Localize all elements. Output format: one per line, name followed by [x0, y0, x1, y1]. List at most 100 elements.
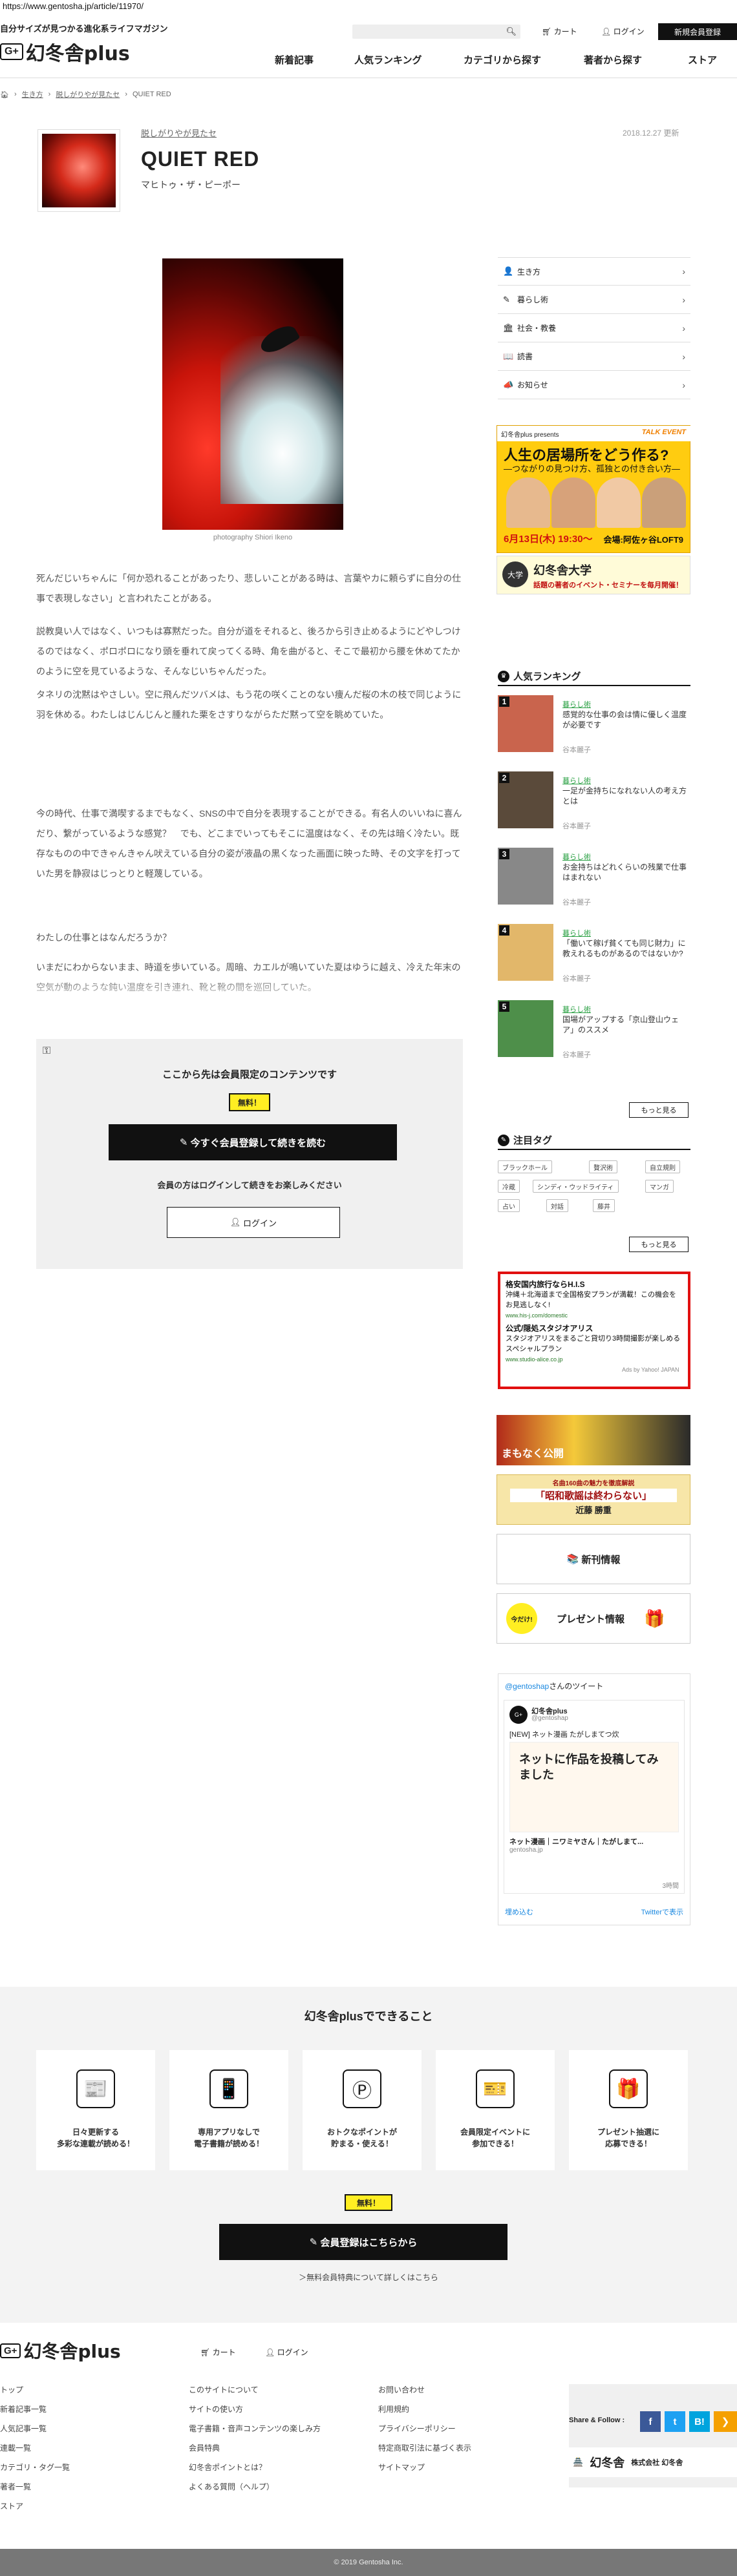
ranking-category[interactable]: 暮らし術 — [562, 699, 591, 709]
view-on-twitter-link[interactable]: Twitterで表示 — [641, 1907, 683, 1917]
ranking-item[interactable]: 2 暮らし術 一足が金持ちになれない人の考え方とは 谷本麗子 — [498, 771, 690, 839]
sidebar-item-ikikata[interactable]: 👤 生き方 › — [498, 257, 690, 286]
footer-login-link[interactable]: 👤︎ ログイン — [265, 2347, 308, 2358]
member-benefits-link[interactable]: ＞無料会員特典について詳しくはこちら — [0, 2272, 737, 2283]
footer-link[interactable]: 特定商取引法に基づく表示 — [378, 2438, 471, 2458]
sidebar-item-news[interactable]: 📣 お知らせ › — [498, 371, 690, 399]
ad-box[interactable]: 格安国内旅行ならH.I.S 沖縄＋北海道まで全国格安プランが満載！この機会をお見… — [498, 1272, 690, 1389]
ranking-author: 谷本麗子 — [562, 822, 591, 830]
breadcrumb-item[interactable]: 脱しがりやが見たセ — [56, 89, 120, 99]
embed-link[interactable]: 埋め込む — [505, 1907, 533, 1917]
author-thumbnail[interactable] — [37, 129, 120, 212]
nav-author[interactable]: 著者から探す — [584, 53, 642, 67]
gentosha-corporate-link[interactable]: 🏯 幻冬舎 株式会社 幻冬舎 — [569, 2447, 737, 2477]
ranking-title[interactable]: 国場がアップする「京山登山ウェア」のススメ — [562, 1014, 689, 1035]
hatena-icon[interactable]: B! — [689, 2411, 710, 2432]
university-banner[interactable]: 大学 幻冬舎大学 話題の著者のイベント・セミナーを毎月開催！ — [497, 556, 690, 594]
ranking-category[interactable]: 暮らし術 — [562, 1004, 591, 1014]
ranking-category[interactable]: 暮らし術 — [562, 852, 591, 862]
new-books-banner[interactable]: 📚 新刊情報 — [497, 1534, 690, 1584]
search-icon[interactable]: 🔍︎ — [506, 26, 517, 37]
present-banner[interactable]: 今だけ! プレゼント情報 🎁 — [497, 1593, 690, 1644]
tag-chip[interactable]: 冷蔵 — [498, 1180, 520, 1193]
page-title: QUIET RED — [141, 147, 260, 171]
speaker-photo — [597, 477, 641, 528]
footer-link[interactable]: 新着記事一覧 — [0, 2400, 70, 2419]
ranking-more-button[interactable]: もっと見る — [629, 1102, 689, 1118]
ad-heading[interactable]: 格安国内旅行ならH.I.S — [506, 1279, 683, 1290]
author-name[interactable]: マヒトゥ・ザ・ピーポー — [141, 178, 240, 191]
nav-category[interactable]: カテゴリから探す — [464, 53, 541, 67]
ranking-item[interactable]: 3 暮らし術 お金持ちはどれくらいの残業で仕事はまれない 谷本麗子 — [498, 848, 690, 915]
tag-chip[interactable]: シンディ・ウッドライティ — [533, 1180, 619, 1193]
twitter-icon[interactable]: t — [665, 2411, 685, 2432]
footer-link[interactable]: 利用規約 — [378, 2400, 471, 2419]
sidebar-item-shakai[interactable]: 🏛 社会・教養 › — [498, 314, 690, 342]
tags-more-button[interactable]: もっと見る — [629, 1237, 689, 1252]
register-here-label: 会員登録はこちらから — [320, 2237, 418, 2248]
tag-chip[interactable]: 藤井 — [593, 1199, 615, 1212]
footer-link[interactable]: 人気記事一覧 — [0, 2419, 70, 2438]
login-link[interactable]: 👤︎ ログイン — [601, 26, 645, 37]
footer-link[interactable]: よくある質問（ヘルプ） — [189, 2477, 321, 2497]
sidebar-item-dokusho[interactable]: 📖 読書 › — [498, 342, 690, 371]
site-logo[interactable]: G+ 幻冬舎plus — [0, 37, 130, 66]
breadcrumb-item[interactable]: 生き方 — [22, 89, 43, 99]
footer-link[interactable]: トップ — [0, 2380, 70, 2400]
ranking-category[interactable]: 暮らし術 — [562, 775, 591, 786]
promo-banner-a[interactable]: まもなく公開 — [497, 1415, 690, 1465]
tag-chip[interactable]: 贅沢術 — [589, 1160, 617, 1173]
tag-chip[interactable]: マンガ — [645, 1180, 674, 1193]
ranking-title[interactable]: お金持ちはどれくらいの残業で仕事はまれない — [562, 862, 689, 883]
footer-link[interactable]: サイトマップ — [378, 2458, 471, 2477]
login-button[interactable]: 👤︎ ログイン — [167, 1207, 340, 1238]
footer-link[interactable]: プライバシーポリシー — [378, 2419, 471, 2438]
nav-new[interactable]: 新着記事 — [275, 53, 314, 67]
register-here-button[interactable]: ✎ 会員登録はこちらから — [219, 2224, 507, 2260]
footer-link[interactable]: 著者一覧 — [0, 2477, 70, 2497]
search-input[interactable]: 🔍︎ — [352, 25, 520, 39]
tag-chip[interactable]: ブラックホール — [498, 1160, 552, 1173]
tag-chip[interactable]: 自立規則 — [645, 1160, 680, 1173]
talk-event-banner[interactable]: 幻冬舎plus presents TALK EVENT 人生の居場所をどう作る?… — [497, 425, 691, 553]
twitter-account[interactable]: @gentoshap — [505, 1682, 549, 1691]
ranking-item[interactable]: 4 暮らし術 「働いて稼げ貧くても同じ財力」に教えれるものがあるのではないか? 谷本麗… — [498, 924, 690, 991]
footer-link[interactable]: 幻冬舎ポイントとは？ — [189, 2458, 321, 2477]
footer-logo[interactable]: G+ 幻冬舎plus — [0, 2338, 121, 2363]
facebook-icon[interactable]: f — [640, 2411, 661, 2432]
footer-link[interactable]: ストア — [0, 2497, 70, 2516]
tweet-card[interactable]: G+ 幻冬舎plus @gentoshap [NEW] ネット漫画 たがしまてつ… — [504, 1700, 685, 1894]
feature-text: 会員限定イベントに 参加できる！ — [460, 2128, 530, 2148]
footer-link[interactable]: 電子書籍・音声コンテンツの楽しみ方 — [189, 2419, 321, 2438]
ranking-item[interactable]: 1 暮らし術 感覚的な仕事の会は情に優しく温度が必要です 谷本麗子 — [498, 695, 690, 762]
tag-chip[interactable]: 対話 — [546, 1199, 568, 1212]
sidebar-item-kurashi[interactable]: ✎ 暮らし術 › — [498, 286, 690, 314]
ranking-category[interactable]: 暮らし術 — [562, 928, 591, 938]
promo-banner-b[interactable]: 名曲160曲の魅力を徹底解説 「昭和歌謡は終わらない」 近藤 勝重 — [497, 1474, 690, 1525]
footer-link[interactable]: カテゴリ・タグ一覧 — [0, 2458, 70, 2477]
register-button[interactable]: 新規会員登録 — [658, 23, 737, 40]
pen-icon: ✎ — [503, 294, 510, 304]
footer-link[interactable]: 会員特典 — [189, 2438, 321, 2458]
footer-link[interactable]: 連載一覧 — [0, 2438, 70, 2458]
tag-chip[interactable]: 占い — [498, 1199, 520, 1212]
sidebar-item-label: 社会・教養 — [517, 324, 557, 333]
footer-cart-link[interactable]: 🛒︎ カート — [200, 2347, 236, 2358]
ranking-title[interactable]: 感覚的な仕事の会は情に優しく温度が必要です — [562, 709, 689, 730]
cart-link[interactable]: 🛒︎ カート — [542, 26, 577, 37]
ranking-title[interactable]: 一足が金持ちになれない人の考え方とは — [562, 786, 689, 806]
footer-link[interactable]: サイトの使い方 — [189, 2400, 321, 2419]
series-link[interactable]: 脱しがりやが見たセ — [141, 127, 217, 139]
nav-ranking[interactable]: 人気ランキング — [354, 53, 422, 67]
ranking-title[interactable]: 「働いて稼げ貧くても同じ財力」に教えれるものがあるのではないか? — [562, 938, 689, 959]
feedly-icon[interactable]: ❯ — [714, 2411, 737, 2432]
register-read-button[interactable]: ✎ 今すぐ会員登録して続きを読む — [109, 1124, 397, 1160]
footer-link[interactable]: このサイトについて — [189, 2380, 321, 2400]
login-note: 会員の方はログインして続きをお楽しみください — [157, 1180, 342, 1190]
home-icon[interactable]: 🏠︎ — [0, 90, 9, 99]
user-icon: 👤︎ — [230, 1217, 244, 1227]
ad-heading[interactable]: 公式/隠処スタジオアリス — [506, 1323, 683, 1334]
ranking-item[interactable]: 5 暮らし術 国場がアップする「京山登山ウェア」のススメ 谷本麗子 — [498, 1000, 690, 1067]
footer-link[interactable]: お問い合わせ — [378, 2380, 471, 2400]
nav-store[interactable]: ストア — [688, 53, 717, 67]
